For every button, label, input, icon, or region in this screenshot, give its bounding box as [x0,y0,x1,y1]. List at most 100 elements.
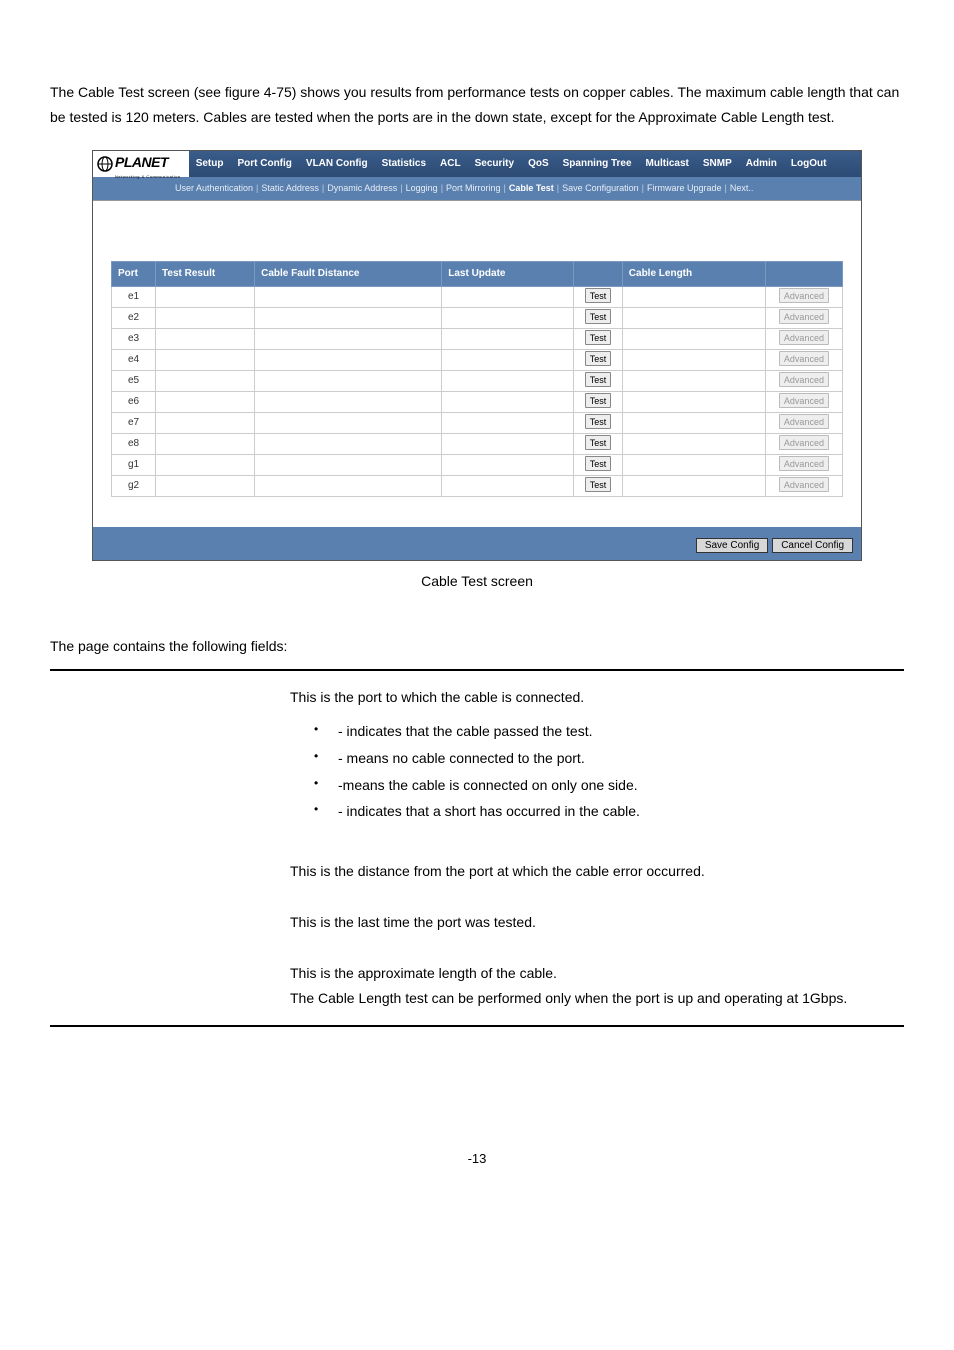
cell-distance [255,475,442,496]
submenu-item-next-[interactable]: Next.. [728,183,756,193]
cell-test: Test [574,412,622,433]
menu-item-spanning-tree[interactable]: Spanning Tree [556,155,639,173]
advanced-button[interactable]: Advanced [779,435,829,450]
col-len: Cable Length [622,261,765,286]
submenu-separator: | [399,183,403,193]
test-button[interactable]: Test [585,414,612,429]
content-area: Port Test Result Cable Fault Distance La… [93,201,861,527]
cell-length [622,454,765,475]
cell-update [442,454,574,475]
cell-port: e3 [112,328,156,349]
cell-test: Test [574,391,622,412]
cell-update [442,286,574,307]
submenu-item-dynamic-address[interactable]: Dynamic Address [325,183,399,193]
cell-port: g2 [112,475,156,496]
field-label-upd [52,898,282,947]
test-button[interactable]: Test [585,372,612,387]
sub-menu-bar: User Authentication|Static Address|Dynam… [93,177,861,200]
page-number: -13 [50,1147,904,1170]
col-port: Port [112,261,156,286]
advanced-button[interactable]: Advanced [779,372,829,387]
test-result-bullets: - indicates that the cable passed the te… [290,718,896,824]
cell-advanced: Advanced [765,475,842,496]
cell-result [156,370,255,391]
main-menu: SetupPort ConfigVLAN ConfigStatisticsACL… [189,155,834,173]
menu-item-security[interactable]: Security [468,155,521,173]
test-button[interactable]: Test [585,393,612,408]
field-label-dist [52,847,282,896]
submenu-item-static-address[interactable]: Static Address [259,183,321,193]
menu-item-multicast[interactable]: Multicast [639,155,696,173]
test-button[interactable]: Test [585,309,612,324]
cell-port: e6 [112,391,156,412]
advanced-button[interactable]: Advanced [779,309,829,324]
cell-advanced: Advanced [765,370,842,391]
list-item: - means no cable connected to the port. [310,745,896,772]
submenu-item-cable-test[interactable]: Cable Test [507,183,556,193]
test-button[interactable]: Test [585,477,612,492]
top-nav-bar: PLANET Networking & Communication SetupP… [93,151,861,177]
submenu-item-logging[interactable]: Logging [404,183,440,193]
advanced-button[interactable]: Advanced [779,393,829,408]
cell-port: e5 [112,370,156,391]
table-row: e1 Test Advanced [112,286,843,307]
list-item: - indicates that a short has occurred in… [310,798,896,825]
cell-advanced: Advanced [765,307,842,328]
cell-distance [255,349,442,370]
cell-length [622,286,765,307]
advanced-button[interactable]: Advanced [779,456,829,471]
advanced-button[interactable]: Advanced [779,414,829,429]
menu-item-statistics[interactable]: Statistics [375,155,433,173]
save-config-button[interactable]: Save Config [696,538,768,553]
cell-length [622,412,765,433]
menu-item-port-config[interactable]: Port Config [230,155,298,173]
menu-item-logout[interactable]: LogOut [784,155,834,173]
cell-port: e1 [112,286,156,307]
field-len-text1: This is the approximate length of the ca… [290,961,896,986]
advanced-button[interactable]: Advanced [779,477,829,492]
test-button[interactable]: Test [585,435,612,450]
table-row: g2 Test Advanced [112,475,843,496]
cancel-config-button[interactable]: Cancel Config [772,538,853,553]
advanced-button[interactable]: Advanced [779,288,829,303]
field-label-len [52,949,282,1023]
cell-result [156,475,255,496]
cell-advanced: Advanced [765,391,842,412]
cell-result [156,349,255,370]
cell-test: Test [574,454,622,475]
cell-distance [255,454,442,475]
field-desc-upd: This is the last time the port was teste… [284,898,902,947]
cell-advanced: Advanced [765,433,842,454]
advanced-button[interactable]: Advanced [779,330,829,345]
submenu-item-save-configuration[interactable]: Save Configuration [560,183,641,193]
menu-item-qos[interactable]: QoS [521,155,556,173]
cell-length [622,433,765,454]
test-button[interactable]: Test [585,456,612,471]
cell-length [622,328,765,349]
menu-item-acl[interactable]: ACL [433,155,468,173]
menu-item-setup[interactable]: Setup [189,155,231,173]
cell-length [622,307,765,328]
cell-distance [255,433,442,454]
intro-paragraph: The Cable Test screen (see figure 4-75) … [50,80,904,130]
cell-result [156,454,255,475]
cell-result [156,328,255,349]
test-button[interactable]: Test [585,330,612,345]
cell-test: Test [574,433,622,454]
cell-result [156,412,255,433]
cell-port: e8 [112,433,156,454]
menu-item-snmp[interactable]: SNMP [696,155,739,173]
cell-test: Test [574,328,622,349]
menu-item-vlan-config[interactable]: VLAN Config [299,155,375,173]
test-button[interactable]: Test [585,288,612,303]
advanced-button[interactable]: Advanced [779,351,829,366]
col-update: Last Update [442,261,574,286]
cell-update [442,412,574,433]
col-result: Test Result [156,261,255,286]
submenu-item-user-authentication[interactable]: User Authentication [173,183,255,193]
test-button[interactable]: Test [585,351,612,366]
cell-advanced: Advanced [765,349,842,370]
submenu-item-firmware-upgrade[interactable]: Firmware Upgrade [645,183,724,193]
menu-item-admin[interactable]: Admin [739,155,784,173]
submenu-item-port-mirroring[interactable]: Port Mirroring [444,183,503,193]
